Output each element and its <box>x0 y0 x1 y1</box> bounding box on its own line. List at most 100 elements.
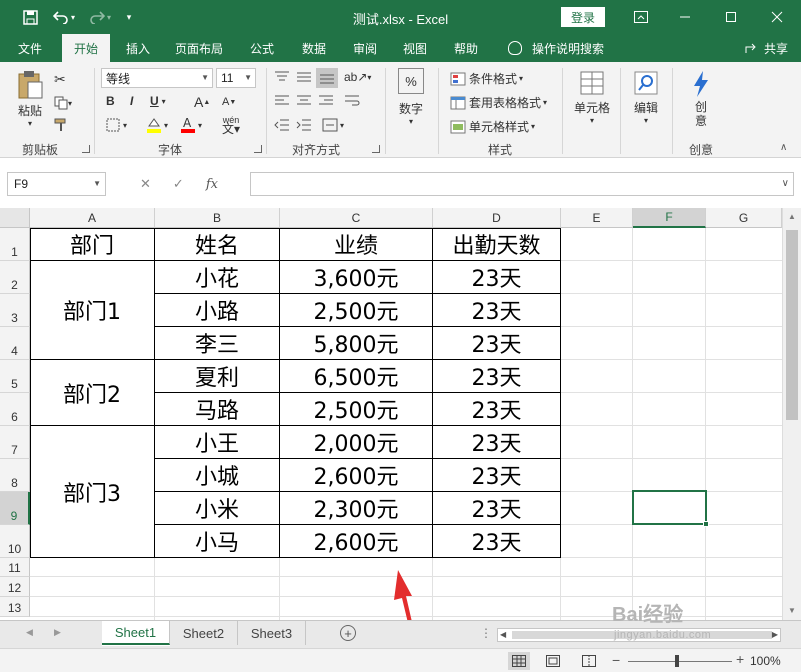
tab-formulas[interactable]: 公式 <box>240 34 284 62</box>
merge-center-icon[interactable]: ▾ <box>322 118 344 132</box>
name-cell[interactable]: 李三 <box>155 327 279 359</box>
minimize-icon[interactable] <box>670 5 700 29</box>
vertical-scroll-thumb[interactable] <box>786 230 798 420</box>
header-cell-attendance[interactable]: 出勤天数 <box>433 228 560 260</box>
zoom-in-icon[interactable]: + <box>736 651 744 667</box>
sales-cell[interactable]: 2,000元 <box>280 426 432 458</box>
align-left-icon[interactable] <box>274 94 290 108</box>
row-header-8[interactable]: 8 <box>0 459 30 492</box>
cell-styles-button[interactable]: 单元格样式 ▾ <box>450 118 535 135</box>
attendance-cell[interactable]: 23天 <box>433 459 560 491</box>
number-format-button[interactable]: % 数字 ▾ <box>393 68 429 138</box>
middle-align-icon[interactable] <box>296 70 312 84</box>
vertical-scrollbar[interactable]: ▲ ▼ <box>782 208 801 620</box>
tab-help[interactable]: 帮助 <box>444 34 488 62</box>
ribbon-display-icon[interactable] <box>626 5 656 29</box>
tab-page-layout[interactable]: 页面布局 <box>166 34 232 62</box>
name-cell[interactable]: 小马 <box>155 525 279 557</box>
shrink-font-button[interactable]: A ▼ <box>222 96 236 108</box>
column-header-d[interactable]: D <box>433 208 561 228</box>
login-button[interactable]: 登录 <box>561 7 605 27</box>
attendance-cell[interactable]: 23天 <box>433 426 560 458</box>
format-as-table-button[interactable]: 套用表格格式 ▾ <box>450 94 547 111</box>
enter-icon[interactable]: ✓ <box>173 176 184 192</box>
wrap-text-icon[interactable] <box>344 94 360 108</box>
name-box[interactable]: F9 ▼ <box>7 172 106 196</box>
column-header-a[interactable]: A <box>30 208 155 228</box>
name-cell[interactable]: 小米 <box>155 492 279 524</box>
row-header-7[interactable]: 7 <box>0 426 30 459</box>
cancel-icon[interactable]: ✕ <box>140 176 151 192</box>
sheet-tab-3[interactable]: Sheet3 <box>238 621 306 645</box>
row-header-9[interactable]: 9 <box>0 492 30 525</box>
font-color-icon[interactable]: A ▾ <box>180 116 202 134</box>
align-right-icon[interactable] <box>318 94 334 108</box>
format-painter-icon[interactable] <box>54 116 72 134</box>
tab-view[interactable]: 视图 <box>393 34 437 62</box>
orientation-icon[interactable]: ab↗ ▾ <box>344 70 371 84</box>
formula-input[interactable]: ∨ <box>250 172 794 196</box>
fill-color-icon[interactable]: ▾ <box>146 116 168 134</box>
row-header-12[interactable]: 12 <box>0 577 30 597</box>
attendance-cell[interactable]: 23天 <box>433 492 560 524</box>
tab-data[interactable]: 数据 <box>292 34 336 62</box>
sales-cell[interactable]: 2,600元 <box>280 459 432 491</box>
column-header-b[interactable]: B <box>155 208 280 228</box>
cells-button[interactable]: 单元格 ▾ <box>570 70 614 138</box>
tab-review[interactable]: 审阅 <box>343 34 387 62</box>
attendance-cell[interactable]: 23天 <box>433 393 560 425</box>
sales-cell[interactable]: 2,500元 <box>280 393 432 425</box>
maximize-icon[interactable] <box>716 5 746 29</box>
column-header-f[interactable]: F <box>633 208 706 228</box>
prev-sheet-icon[interactable]: ◀ <box>26 627 33 638</box>
bottom-align-icon[interactable] <box>316 68 338 88</box>
department-cell[interactable]: 部门1 <box>30 261 154 359</box>
normal-view-icon[interactable] <box>508 652 530 670</box>
row-header-11[interactable]: 11 <box>0 558 30 577</box>
font-name-select[interactable]: 等线 ▼ <box>101 68 213 88</box>
borders-icon[interactable]: ▾ <box>106 118 127 132</box>
header-cell-name[interactable]: 姓名 <box>155 228 279 260</box>
align-center-icon[interactable] <box>296 94 312 108</box>
zoom-out-icon[interactable]: − <box>612 652 620 668</box>
sales-cell[interactable]: 5,800元 <box>280 327 432 359</box>
collapse-ribbon-icon[interactable]: ∧ <box>780 142 787 153</box>
scroll-right-icon[interactable]: ▶ <box>772 630 778 639</box>
worksheet-grid[interactable]: 部门 姓名 业绩 出勤天数 部门1 部门2 部门3 小花 小路 李三 夏利 马路… <box>30 228 782 620</box>
bold-button[interactable]: B <box>106 94 115 108</box>
column-header-g[interactable]: G <box>706 208 782 228</box>
sales-cell[interactable]: 2,300元 <box>280 492 432 524</box>
scroll-down-icon[interactable]: ▼ <box>788 606 796 615</box>
sheet-tab-1[interactable]: Sheet1 <box>102 621 170 645</box>
tab-split-icon[interactable]: ⋮ <box>480 626 492 640</box>
zoom-level[interactable]: 100% <box>750 654 781 668</box>
zoom-slider-thumb[interactable] <box>675 655 679 667</box>
header-cell-department[interactable]: 部门 <box>30 228 154 260</box>
scroll-up-icon[interactable]: ▲ <box>788 212 796 221</box>
zoom-slider[interactable] <box>628 661 732 662</box>
attendance-cell[interactable]: 23天 <box>433 360 560 392</box>
attendance-cell[interactable]: 23天 <box>433 294 560 326</box>
name-cell[interactable]: 马路 <box>155 393 279 425</box>
tab-insert[interactable]: 插入 <box>116 34 160 62</box>
active-cell[interactable] <box>632 490 707 525</box>
editing-button[interactable]: 编辑 ▾ <box>628 70 664 138</box>
name-cell[interactable]: 小花 <box>155 261 279 293</box>
tab-file[interactable]: 文件 <box>8 34 52 62</box>
sales-cell[interactable]: 6,500元 <box>280 360 432 392</box>
underline-button[interactable]: U ▾ <box>150 94 166 108</box>
increase-indent-icon[interactable] <box>296 118 312 132</box>
scroll-left-icon[interactable]: ◀ <box>500 630 506 639</box>
close-icon[interactable] <box>762 5 792 29</box>
department-cell[interactable]: 部门3 <box>30 426 154 557</box>
row-header-13[interactable]: 13 <box>0 597 30 617</box>
select-all-corner[interactable] <box>0 208 30 228</box>
column-header-e[interactable]: E <box>561 208 633 228</box>
share-button[interactable]: 共享 <box>745 34 788 62</box>
tab-home[interactable]: 开始 <box>62 34 110 62</box>
row-header-4[interactable]: 4 <box>0 327 30 360</box>
sales-cell[interactable]: 2,600元 <box>280 525 432 557</box>
phonetic-icon[interactable]: wén 文▾ <box>222 116 240 136</box>
name-cell[interactable]: 小路 <box>155 294 279 326</box>
name-cell[interactable]: 小王 <box>155 426 279 458</box>
